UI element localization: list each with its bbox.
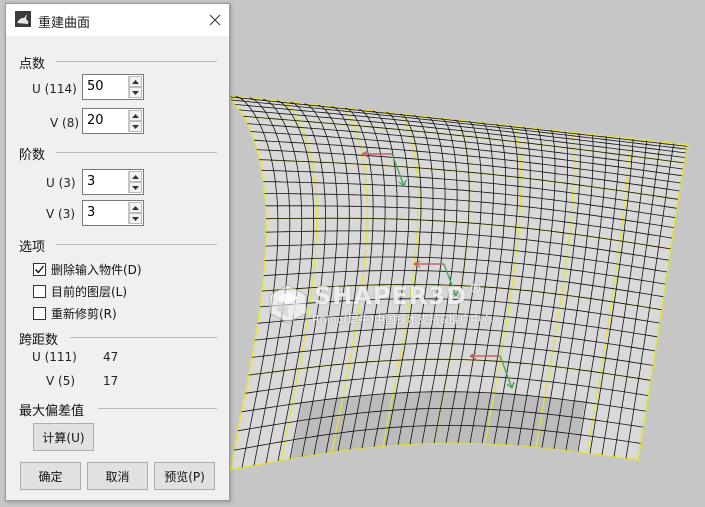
ok-button[interactable]: 确定: [20, 462, 81, 490]
section-max-deviation: 最大偏差值: [19, 404, 85, 419]
decrement-button[interactable]: [129, 213, 142, 224]
point-v-stepper[interactable]: 20: [82, 108, 144, 134]
point-u-stepper[interactable]: 50: [82, 74, 144, 100]
watermark-brand: SHAPER3D ®: [314, 282, 484, 310]
rhino-app-icon: [15, 11, 31, 27]
cancel-button[interactable]: 取消: [87, 462, 148, 490]
section-point-count: 点数: [19, 57, 46, 72]
close-button[interactable]: [203, 8, 227, 32]
point-u-label: U (114): [32, 82, 77, 96]
checkbox-label: 重新修剪(R): [51, 307, 117, 321]
degree-u-value[interactable]: 3: [87, 174, 95, 189]
checkbox-label: 删除输入物件(D): [51, 263, 142, 277]
checkbox-box[interactable]: [33, 263, 46, 276]
section-degree: 阶数: [19, 148, 46, 163]
degree-u-label: U (3): [46, 176, 76, 190]
point-u-value[interactable]: 50: [87, 79, 104, 94]
arrow-down-icon: [132, 216, 139, 221]
section-options: 选项: [19, 240, 46, 255]
section-divider: [98, 408, 217, 409]
watermark: SHAPER3D ® Rhino(犀牛)中国技术支持&推广中心: [262, 280, 532, 330]
section-divider: [56, 61, 217, 62]
degree-v-stepper[interactable]: 3: [82, 200, 144, 226]
section-divider: [56, 244, 217, 245]
arrow-down-icon: [132, 90, 139, 95]
degree-v-label: V (3): [46, 207, 76, 221]
point-v-value[interactable]: 20: [87, 113, 104, 128]
current-layer-checkbox[interactable]: 目前的图层(L): [33, 283, 127, 300]
arrow-down-icon: [132, 185, 139, 190]
span-u-value: 47: [103, 350, 119, 364]
retrim-checkbox[interactable]: 重新修剪(R): [33, 305, 117, 322]
degree-u-stepper[interactable]: 3: [82, 169, 144, 195]
calculate-button[interactable]: 计算(U): [33, 423, 94, 451]
arrow-up-icon: [132, 113, 139, 118]
increment-button[interactable]: [129, 202, 142, 213]
arrow-down-icon: [132, 124, 139, 129]
increment-button[interactable]: [129, 76, 142, 87]
preview-button[interactable]: 预览(P): [154, 462, 215, 490]
delete-input-checkbox[interactable]: 删除输入物件(D): [33, 261, 142, 278]
span-v-value: 17: [103, 374, 119, 388]
watermark-subtitle: Rhino(犀牛)中国技术支持&推广中心: [312, 313, 493, 326]
checkbox-label: 目前的图层(L): [51, 285, 128, 299]
close-icon: [209, 14, 221, 26]
increment-button[interactable]: [129, 171, 142, 182]
section-span-count: 跨距数: [19, 333, 59, 348]
arrow-up-icon: [132, 205, 139, 210]
decrement-button[interactable]: [129, 121, 142, 132]
decrement-button[interactable]: [129, 87, 142, 98]
increment-button[interactable]: [129, 110, 142, 121]
checkmark-icon: [34, 265, 45, 274]
point-v-label: V (8): [50, 116, 80, 130]
arrow-up-icon: [132, 79, 139, 84]
section-divider: [70, 337, 217, 338]
checkbox-box[interactable]: [33, 307, 46, 320]
dialog-title: 重建曲面: [38, 16, 91, 31]
section-divider: [56, 152, 217, 153]
span-u-label: U (111): [32, 350, 77, 364]
decrement-button[interactable]: [129, 182, 142, 193]
span-v-label: V (5): [46, 374, 76, 388]
arrow-up-icon: [132, 174, 139, 179]
degree-v-value[interactable]: 3: [87, 205, 95, 220]
checkbox-box[interactable]: [33, 285, 46, 298]
dialog-titlebar[interactable]: 重建曲面: [6, 4, 229, 36]
shaper3d-logo-icon: [269, 284, 307, 324]
rebuild-surface-dialog: 重建曲面 点数 U (114) 50 V (8) 20 阶数 U (3) 3 V…: [5, 3, 230, 501]
